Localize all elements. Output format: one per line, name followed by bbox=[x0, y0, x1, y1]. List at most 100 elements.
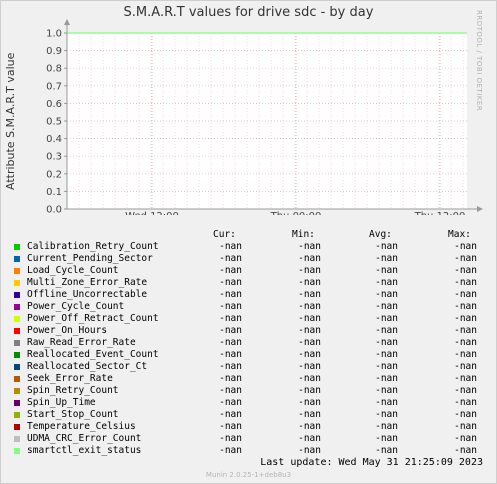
legend-swatch bbox=[14, 316, 20, 322]
legend-item-name: Start_Stop_Count bbox=[27, 409, 119, 420]
legend-header-avg: Avg: bbox=[369, 229, 392, 240]
legend-value-avg: -nan bbox=[375, 265, 398, 276]
legend-item-name: Reallocated_Event_Count bbox=[27, 349, 159, 360]
legend-value-cur: -nan bbox=[219, 361, 242, 372]
legend-swatch bbox=[14, 280, 20, 286]
legend-value-min: -nan bbox=[298, 361, 321, 372]
legend-item-name: Multi_Zone_Error_Rate bbox=[27, 277, 148, 288]
legend-swatch bbox=[14, 328, 20, 334]
legend-value-max: -nan bbox=[454, 277, 477, 288]
legend-value-max: -nan bbox=[454, 349, 477, 360]
legend-swatch bbox=[14, 364, 20, 370]
legend-value-cur: -nan bbox=[219, 421, 242, 432]
legend-value-min: -nan bbox=[298, 325, 321, 336]
legend-header-max: Max: bbox=[448, 229, 471, 240]
legend-value-min: -nan bbox=[298, 241, 321, 252]
legend-value-avg: -nan bbox=[375, 361, 398, 372]
legend-swatch bbox=[14, 268, 20, 274]
legend-value-cur: -nan bbox=[219, 277, 242, 288]
munin-version: Munin 2.0.25-1+deb8u3 bbox=[205, 471, 292, 479]
legend-value-max: -nan bbox=[454, 325, 477, 336]
legend-swatch bbox=[14, 292, 20, 298]
legend-value-max: -nan bbox=[454, 253, 477, 264]
legend-value-avg: -nan bbox=[375, 421, 398, 432]
legend-item-name: Power_On_Hours bbox=[27, 325, 108, 336]
legend-value-min: -nan bbox=[298, 301, 321, 312]
legend-value-cur: -nan bbox=[219, 325, 242, 336]
legend-value-avg: -nan bbox=[375, 241, 398, 252]
legend-value-avg: -nan bbox=[375, 409, 398, 420]
legend-value-min: -nan bbox=[298, 445, 321, 456]
legend-value-max: -nan bbox=[454, 313, 477, 324]
legend-swatch bbox=[14, 412, 20, 418]
legend-item-name: Power_Off_Retract_Count bbox=[27, 313, 159, 324]
legend-value-cur: -nan bbox=[219, 289, 242, 300]
legend-value-cur: -nan bbox=[219, 241, 242, 252]
legend-item-name: Current_Pending_Sector bbox=[27, 253, 153, 264]
legend-value-min: -nan bbox=[298, 409, 321, 420]
legend-value-min: -nan bbox=[298, 433, 321, 444]
legend-value-cur: -nan bbox=[219, 445, 242, 456]
legend-swatch bbox=[14, 256, 20, 262]
legend-item-name: Seek_Error_Rate bbox=[27, 373, 113, 384]
legend-value-cur: -nan bbox=[219, 397, 242, 408]
legend-value-max: -nan bbox=[454, 301, 477, 312]
legend-value-min: -nan bbox=[298, 265, 321, 276]
legend-value-min: -nan bbox=[298, 313, 321, 324]
legend-value-avg: -nan bbox=[375, 337, 398, 348]
legend-value-cur: -nan bbox=[219, 301, 242, 312]
legend-item-name: UDMA_CRC_Error_Count bbox=[27, 433, 142, 444]
legend-item-name: Reallocated_Sector_Ct bbox=[27, 361, 148, 372]
legend-value-avg: -nan bbox=[375, 373, 398, 384]
legend-value-max: -nan bbox=[454, 433, 477, 444]
legend-item-name: Offline_Uncorrectable bbox=[27, 289, 148, 300]
legend-item-name: Temperature_Celsius bbox=[27, 421, 136, 432]
legend-value-cur: -nan bbox=[219, 313, 242, 324]
legend-swatch bbox=[14, 340, 20, 346]
legend-value-max: -nan bbox=[454, 445, 477, 456]
legend-value-cur: -nan bbox=[219, 433, 242, 444]
legend-swatch bbox=[14, 244, 20, 250]
legend-value-min: -nan bbox=[298, 385, 321, 396]
legend-swatch bbox=[14, 388, 20, 394]
legend-value-max: -nan bbox=[454, 289, 477, 300]
legend-value-max: -nan bbox=[454, 241, 477, 252]
legend-value-max: -nan bbox=[454, 337, 477, 348]
legend-value-cur: -nan bbox=[219, 385, 242, 396]
legend-swatch bbox=[14, 304, 20, 310]
legend-value-min: -nan bbox=[298, 253, 321, 264]
legend-swatch bbox=[14, 376, 20, 382]
legend-item-name: Power_Cycle_Count bbox=[27, 301, 125, 312]
legend: Cur: Min: Avg: Max: Calibration_Retry_Co… bbox=[0, 0, 497, 484]
legend-item-name: Spin_Up_Time bbox=[27, 397, 96, 408]
legend-value-cur: -nan bbox=[219, 409, 242, 420]
legend-value-min: -nan bbox=[298, 349, 321, 360]
legend-item-name: smartctl_exit_status bbox=[27, 445, 142, 456]
legend-value-avg: -nan bbox=[375, 313, 398, 324]
legend-value-cur: -nan bbox=[219, 265, 242, 276]
legend-swatch bbox=[14, 448, 20, 454]
legend-value-avg: -nan bbox=[375, 433, 398, 444]
legend-value-min: -nan bbox=[298, 397, 321, 408]
legend-item-name: Calibration_Retry_Count bbox=[27, 241, 159, 252]
legend-item-name: Load_Cycle_Count bbox=[27, 265, 119, 276]
legend-value-cur: -nan bbox=[219, 373, 242, 384]
legend-value-min: -nan bbox=[298, 421, 321, 432]
legend-value-max: -nan bbox=[454, 361, 477, 372]
legend-value-avg: -nan bbox=[375, 253, 398, 264]
legend-value-avg: -nan bbox=[375, 325, 398, 336]
legend-value-avg: -nan bbox=[375, 301, 398, 312]
last-update: Last update: Wed May 31 21:25:09 2023 bbox=[260, 457, 483, 468]
legend-value-cur: -nan bbox=[219, 349, 242, 360]
legend-value-cur: -nan bbox=[219, 253, 242, 264]
legend-value-max: -nan bbox=[454, 421, 477, 432]
legend-swatch bbox=[14, 424, 20, 430]
legend-swatch bbox=[14, 436, 20, 442]
legend-item-name: Spin_Retry_Count bbox=[27, 385, 119, 396]
legend-value-avg: -nan bbox=[375, 277, 398, 288]
legend-value-avg: -nan bbox=[375, 289, 398, 300]
legend-item-name: Raw_Read_Error_Rate bbox=[27, 337, 136, 348]
legend-value-max: -nan bbox=[454, 385, 477, 396]
legend-value-cur: -nan bbox=[219, 337, 242, 348]
legend-value-max: -nan bbox=[454, 373, 477, 384]
